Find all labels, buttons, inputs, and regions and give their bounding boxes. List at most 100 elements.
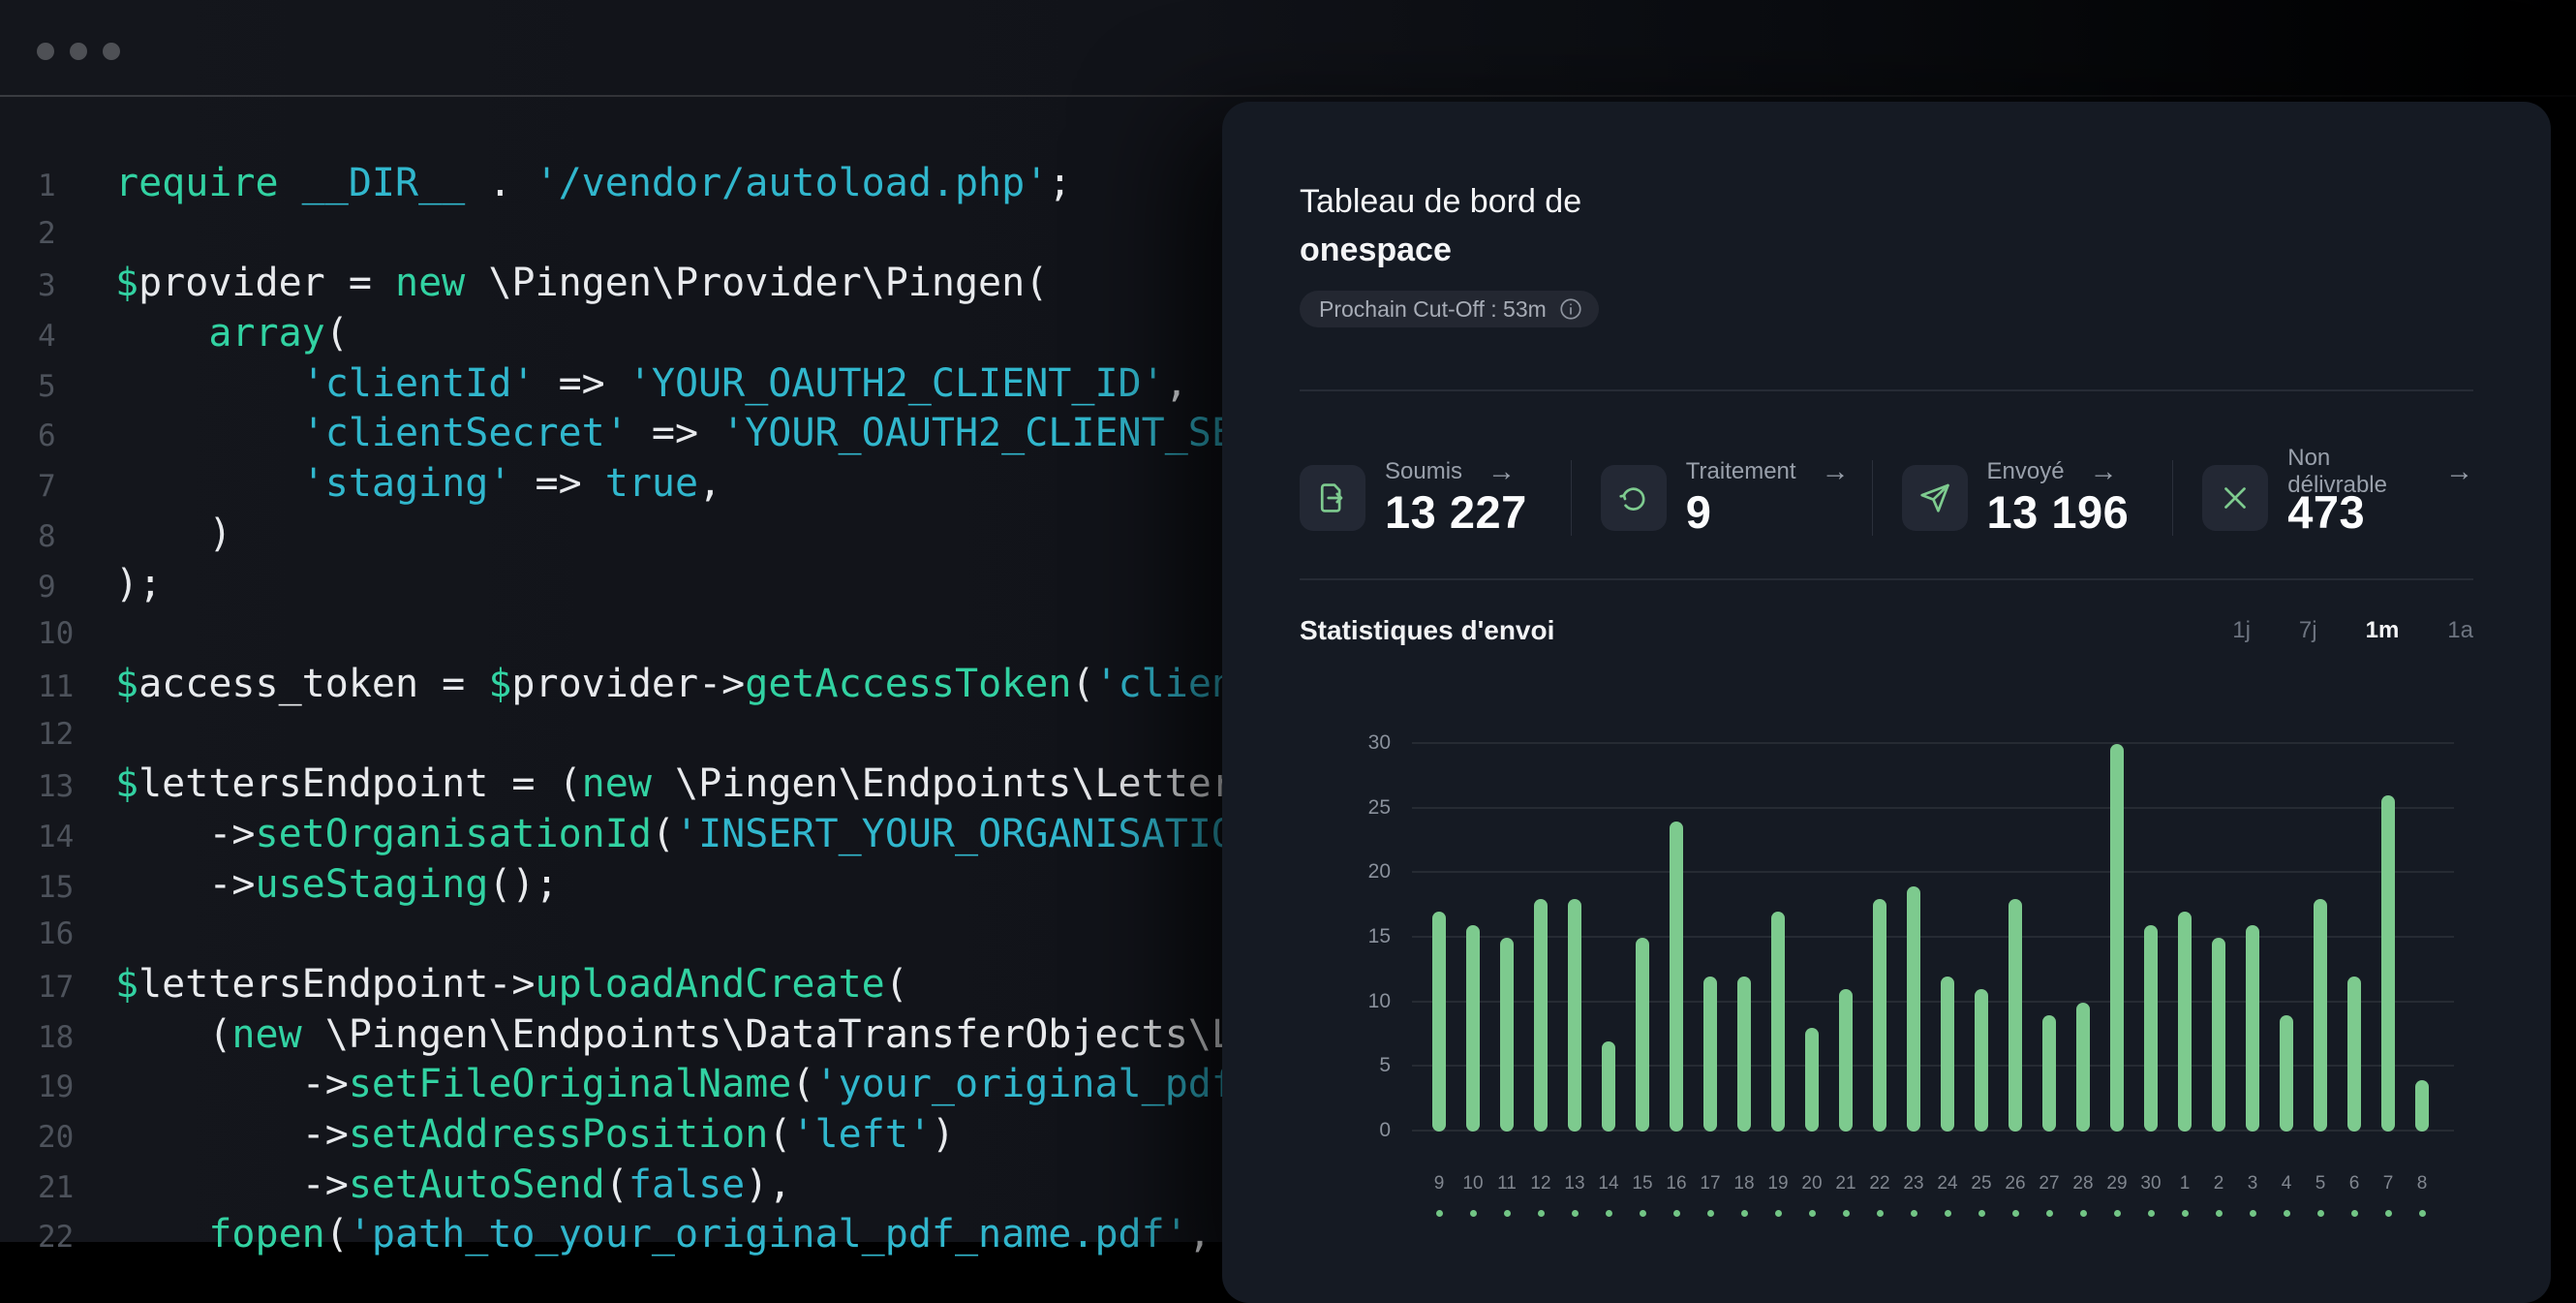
chart-bar[interactable] <box>2212 938 2225 1132</box>
gridline <box>1412 742 2454 744</box>
code-text: fopen('path_to_your_original_pdf_name.pd… <box>115 1210 1328 1260</box>
x-axis-dot <box>1809 1210 1816 1217</box>
chart-bar[interactable] <box>1500 938 1514 1132</box>
stat-text: Traitement → 9 <box>1686 458 1850 538</box>
line-number: 11 <box>0 663 115 713</box>
x-axis-tick: 10 <box>1456 1173 1490 1194</box>
x-axis-tick: 25 <box>1964 1173 1999 1194</box>
chart-bar[interactable] <box>1602 1041 1615 1132</box>
chart-bar[interactable] <box>1636 938 1649 1132</box>
chart-bar[interactable] <box>2415 1080 2429 1132</box>
y-axis-tick: 10 <box>1313 990 1391 1013</box>
chart-bar[interactable] <box>2246 925 2259 1132</box>
chart-bar[interactable] <box>1737 977 1751 1132</box>
window-titlebar <box>0 0 2576 96</box>
chart-bar[interactable] <box>1907 886 1920 1132</box>
window-control-dot[interactable] <box>37 43 54 60</box>
chart-bar[interactable] <box>2009 899 2022 1132</box>
arrow-right-icon[interactable]: → <box>2445 458 2473 485</box>
x-axis-tick: 23 <box>1896 1173 1931 1194</box>
chart-bar[interactable] <box>2178 912 2192 1132</box>
x-axis-dot <box>2351 1210 2358 1217</box>
window-controls <box>37 43 120 60</box>
line-number: 13 <box>0 762 115 813</box>
x-axis-tick: 14 <box>1591 1173 1626 1194</box>
chart-bar[interactable] <box>1703 977 1717 1132</box>
stat-text: Soumis → 13 227 <box>1385 458 1527 538</box>
stat-iconbox <box>1601 465 1667 531</box>
line-number: 17 <box>0 963 115 1013</box>
gridline <box>1412 871 2454 873</box>
chart-bar[interactable] <box>2042 1015 2056 1132</box>
line-number: 2 <box>0 209 115 260</box>
stat-iconbox <box>1902 465 1968 531</box>
x-axis-dot <box>2385 1210 2392 1217</box>
chart-bar[interactable] <box>1805 1028 1819 1132</box>
range-1a[interactable]: 1a <box>2447 617 2473 644</box>
x-axis-dot <box>1843 1210 1850 1217</box>
chart-bar[interactable] <box>2280 1015 2293 1132</box>
arrow-right-icon[interactable]: → <box>2090 458 2118 485</box>
y-axis-tick: 0 <box>1313 1119 1391 1142</box>
chart-bar[interactable] <box>2314 899 2327 1132</box>
arrow-right-icon[interactable]: → <box>1822 458 1850 485</box>
info-icon[interactable] <box>1558 296 1583 322</box>
stat-envoye[interactable]: Envoyé → 13 196 <box>1873 458 2173 538</box>
refresh-icon <box>1615 480 1652 516</box>
x-axis-tick: 22 <box>1862 1173 1897 1194</box>
chart-bar[interactable] <box>1534 899 1548 1132</box>
stat-traitement[interactable]: Traitement → 9 <box>1572 458 1872 538</box>
chart-bar[interactable] <box>1975 989 1988 1132</box>
x-axis-tick: 6 <box>2337 1173 2372 1194</box>
x-axis-dot <box>2250 1210 2256 1217</box>
chart-bar[interactable] <box>2347 977 2361 1132</box>
y-axis-tick: 25 <box>1313 796 1391 820</box>
x-axis-tick: 11 <box>1489 1173 1524 1194</box>
arrow-right-icon[interactable]: → <box>1487 458 1516 485</box>
chart-header-row: Statistiques d'envoi 1j 7j 1m 1a <box>1300 612 2473 649</box>
stat-iconbox <box>1300 465 1365 531</box>
chart-bar[interactable] <box>1670 822 1683 1132</box>
chart-bar[interactable] <box>2076 1003 2090 1132</box>
chart-bar[interactable] <box>1873 899 1886 1132</box>
chart-bar[interactable] <box>1941 977 1954 1132</box>
x-axis-tick: 26 <box>1998 1173 2033 1194</box>
code-text: require __DIR__ . '/vendor/autoload.php'… <box>115 159 1071 209</box>
range-7j[interactable]: 7j <box>2299 617 2317 644</box>
x-axis-tick: 29 <box>2100 1173 2134 1194</box>
cutoff-badge-label: Prochain Cut-Off : 53m <box>1319 296 1547 323</box>
line-number: 4 <box>0 312 115 362</box>
chart-bar[interactable] <box>1568 899 1581 1132</box>
window-control-dot[interactable] <box>70 43 87 60</box>
stat-text: Non délivrable → 473 <box>2287 458 2473 538</box>
divider <box>1300 578 2473 580</box>
x-axis-dot <box>1707 1210 1714 1217</box>
chart-bar[interactable] <box>2144 925 2158 1132</box>
code-text: ); <box>115 560 162 610</box>
cutoff-badge[interactable]: Prochain Cut-Off : 53m <box>1300 291 1599 327</box>
line-number: 20 <box>0 1113 115 1163</box>
section-title: Statistiques d'envoi <box>1300 615 1554 646</box>
chart-bar[interactable] <box>2110 744 2124 1132</box>
stat-non-delivrable[interactable]: Non délivrable → 473 <box>2173 458 2473 538</box>
range-1m[interactable]: 1m <box>2366 617 2400 644</box>
x-axis-tick: 30 <box>2133 1173 2168 1194</box>
x-axis-dot <box>1877 1210 1884 1217</box>
x-axis-tick: 5 <box>2303 1173 2338 1194</box>
chart-bar[interactable] <box>1839 989 1853 1132</box>
range-1j[interactable]: 1j <box>2232 617 2251 644</box>
chart-bar[interactable] <box>2381 795 2395 1132</box>
code-text: ->useStaging(); <box>115 860 559 911</box>
x-axis-dot <box>1741 1210 1748 1217</box>
stat-label: Traitement <box>1686 458 1796 485</box>
stat-text: Envoyé → 13 196 <box>1987 458 2130 538</box>
titlebar-divider <box>0 95 2576 97</box>
code-text: 'clientSecret' => 'YOUR_OAUTH2_CLIENT_SE… <box>115 409 1374 459</box>
chart-bar[interactable] <box>1466 925 1480 1132</box>
x-axis-dot <box>1978 1210 1985 1217</box>
chart-bar[interactable] <box>1771 912 1785 1132</box>
window-control-dot[interactable] <box>103 43 120 60</box>
chart-bar[interactable] <box>1432 912 1446 1132</box>
stat-soumis[interactable]: Soumis → 13 227 <box>1300 458 1571 538</box>
x-axis-dot <box>1606 1210 1612 1217</box>
